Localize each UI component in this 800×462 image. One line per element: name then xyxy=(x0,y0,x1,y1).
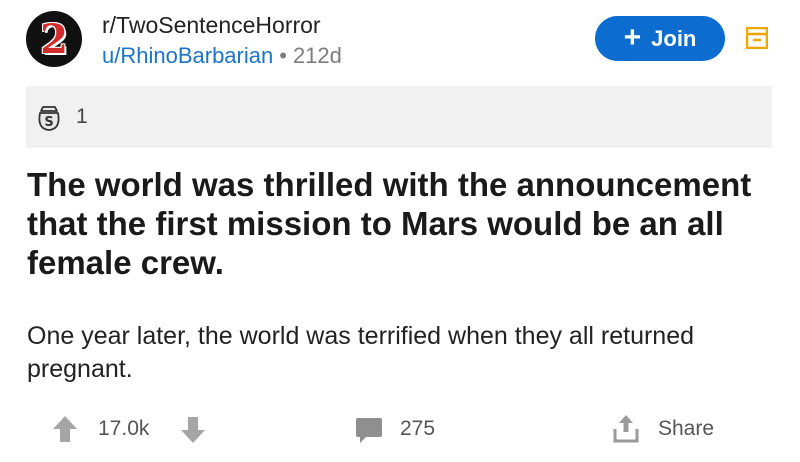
upvote-icon[interactable] xyxy=(52,415,78,443)
comment-count: 275 xyxy=(400,417,436,440)
share-icon[interactable] xyxy=(613,413,639,443)
awards-bar: S 1 xyxy=(26,86,772,148)
vote-count: 17.0k xyxy=(98,417,150,440)
post-meta: u/RhinoBarbarian • 212d xyxy=(102,43,342,69)
join-label: Join xyxy=(651,25,697,51)
comment-icon[interactable] xyxy=(355,416,383,444)
join-button[interactable]: + Join xyxy=(595,16,725,61)
svg-text:S: S xyxy=(44,115,53,130)
share-label[interactable]: Share xyxy=(658,417,714,441)
downvote-icon[interactable] xyxy=(180,416,206,444)
post-age: 212d xyxy=(292,43,342,68)
bookmark-icon[interactable] xyxy=(746,27,768,49)
post-header: 2 r/TwoSentenceHorror u/RhinoBarbarian • 2… xyxy=(0,0,800,80)
avatar-text: 2 xyxy=(40,16,68,63)
post-body: One year later, the world was terrified … xyxy=(27,322,695,383)
subreddit-name[interactable]: r/TwoSentenceHorror xyxy=(102,12,321,39)
award-count: 1 xyxy=(76,105,88,128)
action-bar: 17.0k 275 Share xyxy=(0,410,800,454)
award-icon[interactable]: S xyxy=(34,103,64,133)
post-title[interactable]: The world was thrilled with the announce… xyxy=(27,165,767,282)
author-link[interactable]: u/RhinoBarbarian xyxy=(102,43,273,68)
subreddit-avatar[interactable]: 2 xyxy=(26,11,82,67)
meta-separator: • xyxy=(279,43,287,68)
plus-icon: + xyxy=(623,20,642,54)
